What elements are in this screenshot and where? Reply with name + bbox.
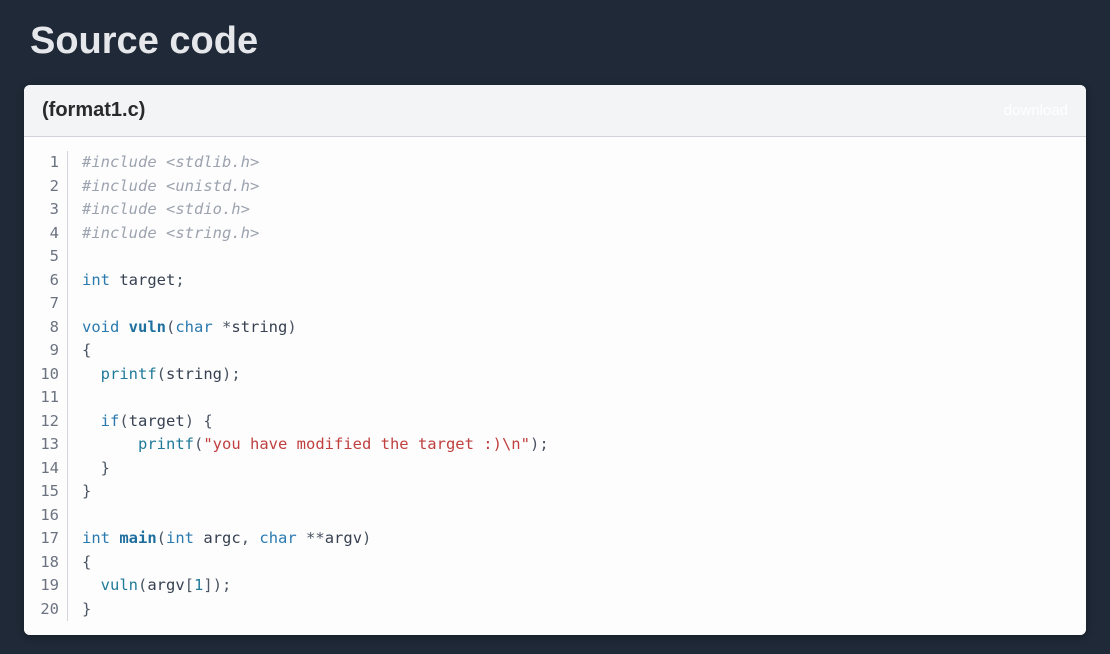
line-number: 12 — [24, 410, 59, 434]
line-number: 20 — [24, 598, 59, 622]
line-number: 14 — [24, 457, 59, 481]
code-line: #include <stdlib.h> — [82, 151, 549, 175]
line-number-gutter: 1234567891011121314151617181920 — [24, 151, 68, 621]
line-number: 7 — [24, 292, 59, 316]
code-line: int main(int argc, char **argv) — [82, 527, 549, 551]
line-number: 5 — [24, 245, 59, 269]
code-line: printf(string); — [82, 363, 549, 387]
download-link[interactable]: download — [1004, 102, 1068, 119]
code-line: { — [82, 339, 549, 363]
code-line: #include <unistd.h> — [82, 175, 549, 199]
code-line: { — [82, 551, 549, 575]
line-number: 19 — [24, 574, 59, 598]
code-line — [82, 504, 549, 528]
code-line: void vuln(char *string) — [82, 316, 549, 340]
line-number: 9 — [24, 339, 59, 363]
code-line — [82, 386, 549, 410]
line-number: 3 — [24, 198, 59, 222]
filename-label: (format1.c) — [42, 99, 145, 122]
code-line — [82, 292, 549, 316]
code-line: } — [82, 480, 549, 504]
line-number: 6 — [24, 269, 59, 293]
line-number: 2 — [24, 175, 59, 199]
code-line: int target; — [82, 269, 549, 293]
code-line: } — [82, 598, 549, 622]
line-number: 17 — [24, 527, 59, 551]
line-number: 11 — [24, 386, 59, 410]
code-line: } — [82, 457, 549, 481]
code-line: #include <string.h> — [82, 222, 549, 246]
line-number: 10 — [24, 363, 59, 387]
code-line: printf("you have modified the target :)\… — [82, 433, 549, 457]
line-number: 18 — [24, 551, 59, 575]
line-number: 1 — [24, 151, 59, 175]
code-line — [82, 245, 549, 269]
page-title: Source code — [0, 0, 1110, 73]
line-number: 13 — [24, 433, 59, 457]
code-line: #include <stdio.h> — [82, 198, 549, 222]
code-line: if(target) { — [82, 410, 549, 434]
line-number: 16 — [24, 504, 59, 528]
code-line: vuln(argv[1]); — [82, 574, 549, 598]
line-number: 8 — [24, 316, 59, 340]
source-code-card: (format1.c) download 1234567891011121314… — [24, 85, 1086, 635]
code-lines: #include <stdlib.h>#include <unistd.h>#i… — [68, 151, 549, 621]
code-body: 1234567891011121314151617181920 #include… — [24, 137, 1086, 635]
line-number: 15 — [24, 480, 59, 504]
card-header: (format1.c) download — [24, 85, 1086, 137]
line-number: 4 — [24, 222, 59, 246]
